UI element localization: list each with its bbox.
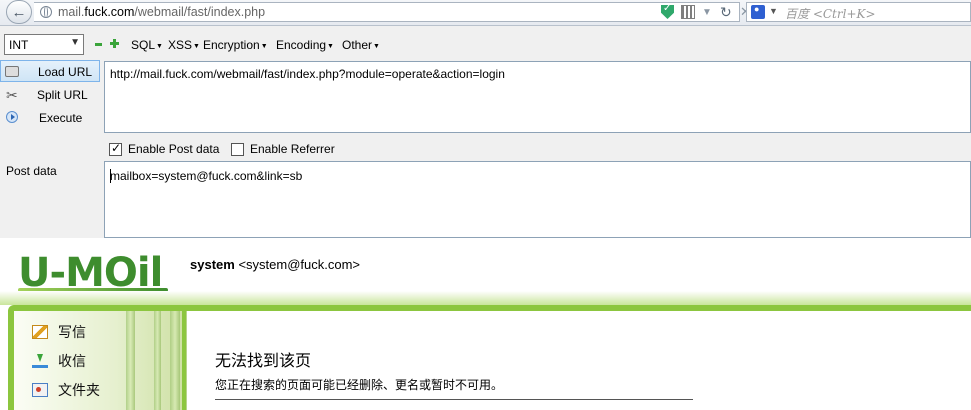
umail-logo[interactable]: U-MOil xyxy=(18,250,178,296)
pencil-icon xyxy=(32,325,48,339)
bamboo-decoration xyxy=(170,311,180,410)
nav-compose[interactable]: 写信 xyxy=(32,322,86,342)
chevron-down-icon: ▼ xyxy=(70,37,80,48)
load-url-label: Load URL xyxy=(38,65,93,79)
menu-encoding[interactable]: Encoding▼ xyxy=(276,38,334,52)
nav-inbox-label: 收信 xyxy=(58,353,86,369)
split-url-label: Split URL xyxy=(37,88,88,102)
decrease-icon[interactable] xyxy=(95,43,102,46)
menu-encryption[interactable]: Encryption▼ xyxy=(203,38,268,52)
search-placeholder: 百度 <Ctrl+K> xyxy=(785,7,876,21)
browser-navbar: ← mail.fuck.com/webmail/fast/index.php ▼… xyxy=(0,0,971,26)
menu-sql[interactable]: SQL▼ xyxy=(131,38,163,52)
nav-inbox[interactable]: 收信 xyxy=(32,351,86,371)
address-bar[interactable]: mail.fuck.com/webmail/fast/index.php ▼ ↻… xyxy=(34,2,751,22)
nav-folders-label: 文件夹 xyxy=(58,382,100,398)
shield-icon[interactable] xyxy=(661,5,674,19)
mail-content: 无法找到该页 您正在搜索的页面可能已经删除、更名或暂时不可用。 xyxy=(186,311,971,410)
text-cursor xyxy=(110,169,111,183)
post-data-textarea[interactable]: mailbox=system@fuck.com&link=sb xyxy=(104,161,971,238)
nav-compose-label: 写信 xyxy=(58,324,86,340)
nav-folders[interactable]: 文件夹 xyxy=(32,380,100,400)
globe-icon xyxy=(40,6,52,18)
user-info: system <system@fuck.com> xyxy=(190,257,360,272)
increase-icon[interactable] xyxy=(110,39,119,48)
divider xyxy=(215,399,693,400)
back-button[interactable]: ← xyxy=(6,0,32,24)
user-name: system xyxy=(190,257,235,272)
split-url-button[interactable]: ✂ Split URL xyxy=(0,84,100,106)
scissors-icon: ✂ xyxy=(6,87,18,103)
header-divider xyxy=(0,291,971,305)
error-title: 无法找到该页 xyxy=(215,353,312,370)
menu-xss[interactable]: XSS▼ xyxy=(168,38,200,52)
mail-sidebar: 写信 收信 文件夹 xyxy=(14,311,182,410)
address-text[interactable]: mail.fuck.com/webmail/fast/index.php xyxy=(58,5,265,19)
post-data-value: mailbox=system@fuck.com&link=sb xyxy=(110,169,303,183)
baidu-paw-icon[interactable] xyxy=(751,4,765,19)
history-dropdown-icon[interactable]: ▼ xyxy=(702,7,712,18)
url-textarea[interactable]: http://mail.fuck.com/webmail/fast/index.… xyxy=(104,61,971,133)
enable-post-label[interactable]: Enable Post data xyxy=(128,142,219,156)
enable-referrer-checkbox[interactable] xyxy=(231,143,244,156)
hackbar-panel: INT ▼ SQL▼ XSS▼ Encryption▼ Encoding▼ Ot… xyxy=(0,26,971,238)
execute-label: Execute xyxy=(39,111,83,125)
user-email: <system@fuck.com> xyxy=(238,257,361,272)
folder-icon xyxy=(32,383,48,397)
search-box[interactable]: ▼ 百度 <Ctrl+K> xyxy=(746,2,971,22)
menu-other[interactable]: Other▼ xyxy=(342,38,380,52)
url-textarea-value: http://mail.fuck.com/webmail/fast/index.… xyxy=(110,67,505,81)
encoding-select[interactable]: INT ▼ xyxy=(4,34,84,55)
search-engine-dropdown-icon[interactable]: ▼ xyxy=(769,6,778,16)
post-data-label: Post data xyxy=(6,164,57,178)
play-icon xyxy=(6,111,18,123)
load-url-icon xyxy=(5,66,19,77)
reload-icon[interactable]: ↻ xyxy=(720,4,732,21)
hackbar-toolbar: INT ▼ SQL▼ XSS▼ Encryption▼ Encoding▼ Ot… xyxy=(0,26,971,61)
inbox-icon xyxy=(32,354,48,368)
error-description: 您正在搜索的页面可能已经删除、更名或暂时不可用。 xyxy=(215,378,504,392)
enable-post-checkbox[interactable] xyxy=(109,141,122,156)
qr-code-icon[interactable] xyxy=(681,5,695,19)
enable-referrer-label[interactable]: Enable Referrer xyxy=(250,142,335,156)
load-url-button[interactable]: Load URL xyxy=(0,60,100,82)
bamboo-decoration xyxy=(126,311,135,410)
encoding-select-value: INT xyxy=(9,38,29,52)
execute-button[interactable]: Execute xyxy=(0,107,100,129)
bamboo-decoration xyxy=(154,311,161,410)
